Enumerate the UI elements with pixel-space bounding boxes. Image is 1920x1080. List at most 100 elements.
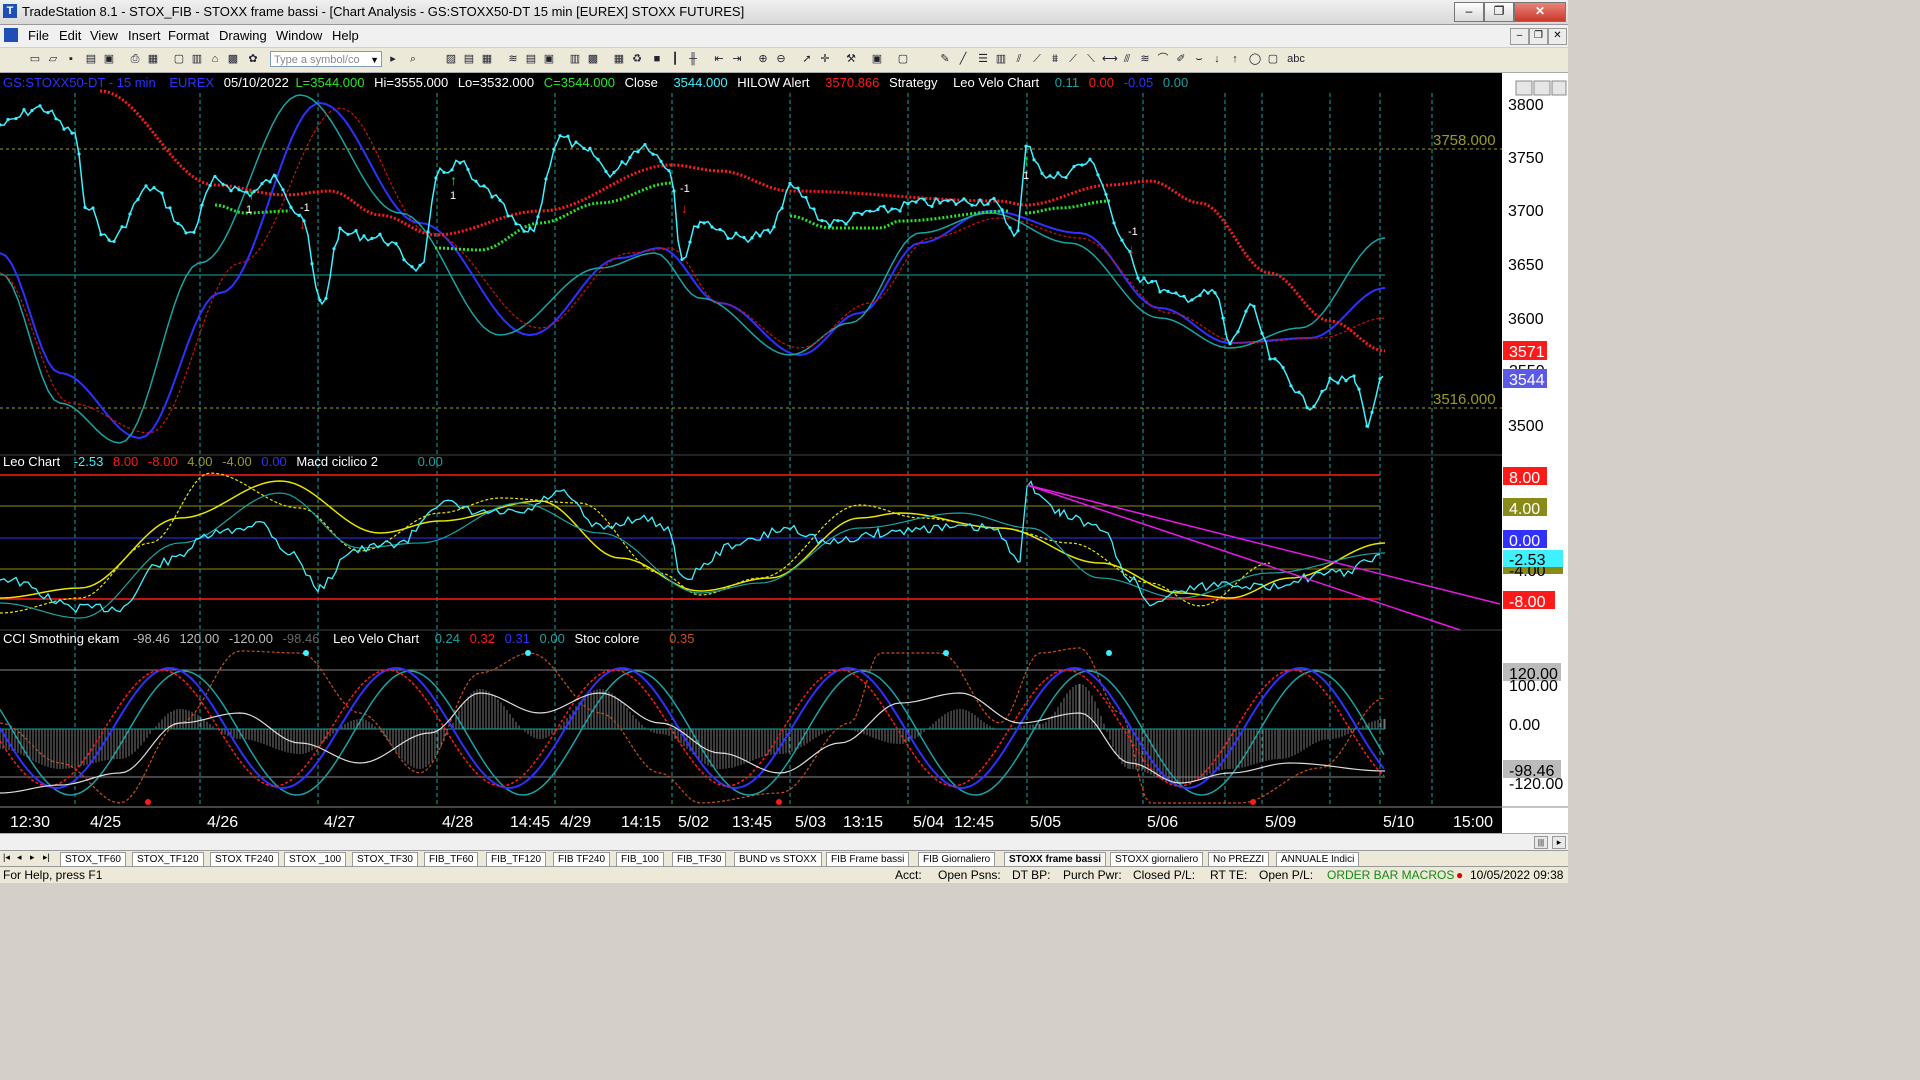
minimize-button[interactable]: – bbox=[1454, 2, 1484, 22]
matrix-icon[interactable]: ▦ bbox=[480, 52, 494, 66]
price-dot bbox=[1064, 175, 1068, 180]
chevron-down-icon[interactable]: ▼ bbox=[370, 52, 379, 68]
chart-icon[interactable]: ▨ bbox=[444, 52, 458, 66]
status-macros[interactable]: ORDER BAR MACROS bbox=[1327, 868, 1454, 882]
freehand-icon[interactable]: ✐ bbox=[1174, 52, 1188, 66]
candle-icon[interactable]: ┃ bbox=[668, 52, 682, 66]
zoom-in-icon[interactable]: ⊕ bbox=[756, 52, 770, 66]
scroll-thumb[interactable]: ||| bbox=[1534, 836, 1548, 849]
chart-canvas[interactable]: ↑ 1 -1 ↓ ↑ 1 -1 ↓ ↑ 1 -1 ↓ 3800 3750 370… bbox=[0, 73, 1568, 833]
menu-insert[interactable]: Insert bbox=[128, 28, 161, 43]
cci-marker bbox=[943, 650, 949, 656]
grid-icon[interactable]: ▩ bbox=[226, 52, 240, 66]
fib-icon[interactable]: ⩩ bbox=[1048, 52, 1062, 66]
pencil-icon[interactable]: ✎ bbox=[938, 52, 952, 66]
price-dot bbox=[522, 229, 526, 233]
scroll-left-icon[interactable]: ⇤ bbox=[712, 52, 726, 66]
ellipse-icon[interactable]: ◯ bbox=[1248, 52, 1262, 66]
zoom-out-icon[interactable]: ⊖ bbox=[774, 52, 788, 66]
gann-fan-icon[interactable]: ⟋ bbox=[1030, 52, 1044, 66]
symbol-lookup-icon[interactable]: ⌕ bbox=[406, 52, 420, 66]
strategy-icon[interactable]: ♻ bbox=[630, 52, 644, 66]
andrews-icon[interactable]: ≋ bbox=[1138, 52, 1152, 66]
arrow-down-icon[interactable]: ↓ bbox=[1210, 52, 1224, 66]
speed-lines-icon[interactable]: ⟋ bbox=[1066, 52, 1080, 66]
scroll-right-icon[interactable]: ⇥ bbox=[730, 52, 744, 66]
price-dot bbox=[1088, 157, 1092, 161]
channel-icon[interactable]: ⫽ bbox=[1012, 52, 1026, 66]
menu-edit[interactable]: Edit bbox=[59, 28, 81, 43]
menu-window[interactable]: Window bbox=[276, 28, 322, 43]
arc-icon[interactable]: ⌒ bbox=[1156, 52, 1170, 66]
lock-icon[interactable]: ⌂ bbox=[208, 52, 222, 66]
print-icon[interactable]: ⎙ bbox=[128, 52, 142, 66]
price-dot bbox=[1150, 279, 1154, 284]
hotlist-icon[interactable]: ▥ bbox=[568, 52, 582, 66]
menu-help[interactable]: Help bbox=[332, 28, 359, 43]
save-icon[interactable]: ▪ bbox=[64, 52, 78, 66]
regression-icon[interactable]: ⟍ bbox=[1084, 52, 1098, 66]
price-dot bbox=[1206, 291, 1210, 295]
price-dot bbox=[938, 201, 942, 205]
tab-nav-prev-icon[interactable]: ◂ bbox=[17, 852, 22, 863]
document-icon[interactable] bbox=[4, 28, 18, 42]
horizontal-lines-icon[interactable]: ☰ bbox=[976, 52, 990, 66]
price-dot bbox=[1112, 221, 1116, 225]
vertical-lines-icon[interactable]: ▥ bbox=[994, 52, 1008, 66]
menu-format[interactable]: Format bbox=[168, 28, 209, 43]
trendline-icon[interactable]: ╱ bbox=[956, 52, 970, 66]
price-dot bbox=[273, 174, 277, 178]
scroll-right-arrow-icon[interactable]: ▸ bbox=[1552, 836, 1566, 849]
preview-icon[interactable]: ▤ bbox=[84, 52, 98, 66]
alerts-icon[interactable]: ▩ bbox=[586, 52, 600, 66]
chart-horizontal-scrollbar[interactable]: ||| ▸ bbox=[0, 833, 1568, 850]
mdi-minimize-button[interactable]: – bbox=[1510, 28, 1529, 45]
price-dot bbox=[221, 182, 225, 186]
arrow-up-icon[interactable]: ↑ bbox=[1228, 52, 1242, 66]
window-icon[interactable]: ▢ bbox=[172, 52, 186, 66]
cci-value-3: -120.00 bbox=[228, 631, 273, 646]
layout-icon[interactable]: ▥ bbox=[190, 52, 204, 66]
options-icon[interactable]: ▣ bbox=[542, 52, 556, 66]
folder-icon[interactable]: ▣ bbox=[102, 52, 116, 66]
palette-icon[interactable]: ✿ bbox=[246, 52, 260, 66]
parallel-icon[interactable]: ⫻ bbox=[1120, 52, 1134, 66]
curve-icon[interactable]: ⌣ bbox=[1192, 52, 1206, 66]
mdi-close-button[interactable]: ✕ bbox=[1548, 28, 1567, 45]
price-dot bbox=[0, 123, 2, 127]
news-icon[interactable]: ▤ bbox=[524, 52, 538, 66]
mdi-restore-button[interactable]: ❐ bbox=[1529, 28, 1548, 45]
menu-view[interactable]: View bbox=[90, 28, 118, 43]
cci-velo-value-4: 0.00 bbox=[539, 631, 565, 646]
ohlc-icon[interactable]: ╫ bbox=[686, 52, 700, 66]
bar-icon[interactable]: ■ bbox=[650, 52, 664, 66]
symbol-input[interactable]: Type a symbol/co ▼ bbox=[270, 51, 382, 67]
ruler-icon[interactable]: ⟷ bbox=[1102, 52, 1118, 66]
open-icon[interactable]: ▱ bbox=[46, 52, 60, 66]
menu-file[interactable]: File bbox=[28, 28, 49, 43]
tab-nav-last-icon[interactable]: ▸| bbox=[43, 852, 50, 863]
new-icon[interactable]: ▭ bbox=[28, 52, 42, 66]
rectangle-icon[interactable]: ▢ bbox=[1266, 52, 1280, 66]
price-dot bbox=[643, 142, 647, 147]
crosshair-icon[interactable]: ✛ bbox=[818, 52, 832, 66]
print-preview-icon[interactable]: ▦ bbox=[146, 52, 160, 66]
tab-nav-next-icon[interactable]: ▸ bbox=[30, 852, 35, 863]
data-window-icon[interactable]: ▣ bbox=[870, 52, 884, 66]
scanner-icon[interactable]: ≋ bbox=[506, 52, 520, 66]
play-icon[interactable]: ▸ bbox=[386, 52, 400, 66]
tab-nav-first-icon[interactable]: |◂ bbox=[3, 852, 10, 863]
maximize-button[interactable]: ❐ bbox=[1484, 2, 1514, 22]
tools-icon[interactable]: ⚒ bbox=[844, 52, 858, 66]
chart-window[interactable]: ↑ 1 -1 ↓ ↑ 1 -1 ↓ ↑ 1 -1 ↓ 3800 3750 370… bbox=[0, 73, 1568, 833]
blank-icon[interactable]: ▢ bbox=[896, 52, 910, 66]
radar-icon[interactable]: ▤ bbox=[462, 52, 476, 66]
text-icon[interactable]: abc bbox=[1286, 52, 1306, 66]
menu-drawing[interactable]: Drawing bbox=[219, 28, 267, 43]
status-open-psns: Open Psns: bbox=[938, 868, 1001, 882]
close-button[interactable]: ✕ bbox=[1514, 2, 1566, 22]
format-icon[interactable]: ▦ bbox=[612, 52, 626, 66]
pointer-icon[interactable]: ➚ bbox=[800, 52, 814, 66]
status-open-pl: Open P/L: bbox=[1259, 868, 1314, 882]
price-dot bbox=[260, 182, 264, 186]
